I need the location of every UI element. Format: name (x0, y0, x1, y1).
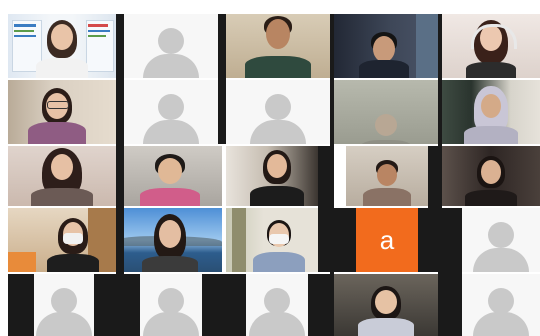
grid-separator (318, 146, 334, 272)
video-tile[interactable] (8, 14, 116, 78)
meeting-gallery-view: a (0, 0, 540, 336)
participant-video (461, 14, 521, 78)
grid-separator (124, 274, 140, 336)
video-tile[interactable] (226, 208, 320, 272)
video-tile[interactable] (334, 80, 438, 144)
video-tile[interactable] (442, 80, 540, 144)
video-tile[interactable] (442, 14, 540, 78)
participant-video (140, 208, 200, 272)
video-off-tile[interactable] (124, 14, 218, 78)
video-off-tile[interactable] (462, 208, 540, 272)
participant-video (461, 80, 521, 144)
video-off-tile[interactable] (226, 80, 330, 144)
video-tile[interactable] (8, 208, 116, 272)
participant-video (356, 14, 412, 78)
video-tile[interactable] (226, 14, 330, 78)
participant-video (250, 208, 308, 272)
video-off-tile[interactable] (34, 274, 94, 336)
video-off-tile[interactable] (246, 274, 308, 336)
video-tile[interactable] (118, 208, 222, 272)
grid-separator (442, 208, 462, 336)
participant-video (25, 80, 89, 144)
video-tile[interactable] (334, 14, 438, 78)
video-off-tile[interactable] (140, 274, 202, 336)
video-tile[interactable] (346, 146, 428, 206)
video-tile[interactable] (8, 146, 116, 206)
participant-video (138, 146, 202, 206)
face-mask (62, 233, 83, 244)
grid-separator (308, 274, 330, 336)
participant-video (463, 146, 519, 206)
participant-video (248, 146, 306, 206)
user-placeholder-icon (34, 274, 94, 336)
avatar-tile[interactable]: a (334, 208, 438, 272)
participant-initial-avatar: a (356, 208, 418, 272)
participant-video (362, 146, 412, 206)
grid-separator (116, 14, 124, 336)
grid-separator (94, 274, 116, 336)
participant-video (356, 274, 416, 336)
video-tile[interactable] (8, 80, 116, 144)
bookshelf (232, 208, 246, 272)
grid-separator (218, 14, 226, 144)
participant-video (358, 114, 414, 144)
participant-video (243, 14, 313, 78)
video-tile[interactable] (334, 274, 438, 336)
video-off-tile[interactable] (124, 80, 218, 144)
video-off-tile[interactable] (462, 274, 540, 336)
video-tile[interactable] (442, 146, 540, 206)
user-placeholder-icon (226, 80, 330, 144)
grid-separator (8, 274, 34, 336)
user-placeholder-icon (462, 274, 540, 336)
glasses-icon (46, 101, 69, 109)
grid-separator (428, 146, 442, 208)
grid-separator (202, 274, 246, 336)
headset-icon (471, 24, 517, 49)
user-placeholder-icon (124, 14, 218, 78)
participant-video (43, 208, 103, 272)
video-tile[interactable] (118, 146, 222, 206)
face-mask (268, 234, 289, 244)
participant-video (32, 14, 92, 78)
participant-video (27, 146, 97, 206)
user-placeholder-icon (246, 274, 308, 336)
video-tile[interactable] (226, 146, 318, 206)
user-placeholder-icon (462, 208, 540, 272)
user-placeholder-icon (140, 274, 202, 336)
user-placeholder-icon (124, 80, 218, 144)
